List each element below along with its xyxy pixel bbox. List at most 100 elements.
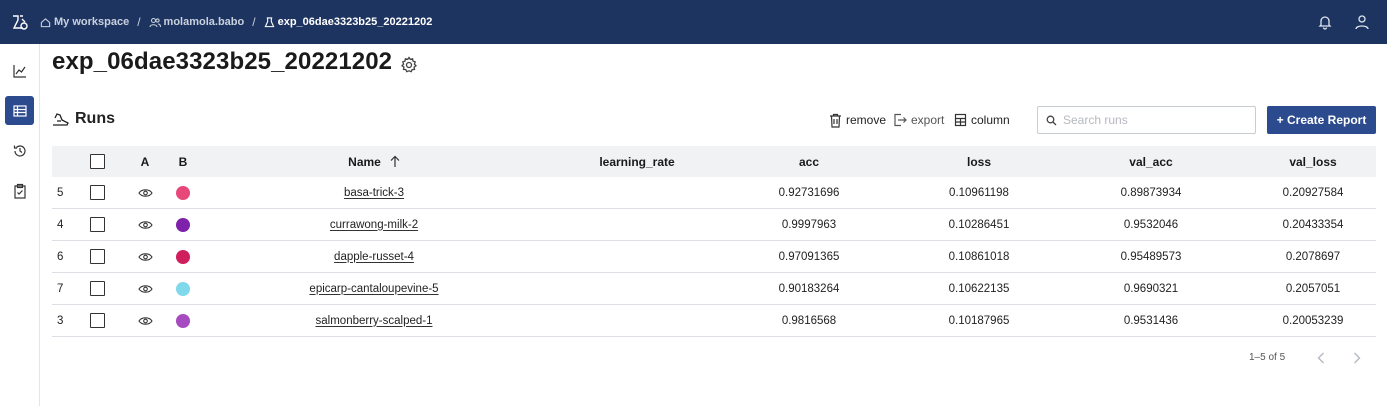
row-checkbox[interactable] <box>90 273 105 304</box>
run-name-link[interactable]: basa-trick-3 <box>344 187 404 199</box>
run-name-cell: basa-trick-3 <box>274 177 474 208</box>
bell-icon[interactable] <box>1313 10 1337 34</box>
page-title: exp_06dae3323b25_20221202 <box>52 48 393 75</box>
top-bar: My workspace / molamola.babo / exp_06dae… <box>0 0 1387 44</box>
runs-heading: Runs <box>75 110 115 127</box>
table-row[interactable]: 7 epicarp-cantaloupevine-5 0.90183264 0.106… <box>52 273 1376 305</box>
eye-icon[interactable] <box>132 241 158 272</box>
chevron-right-icon[interactable] <box>1350 350 1364 366</box>
breadcrumb-workspace[interactable]: My workspace <box>40 16 129 28</box>
breadcrumb-workspace-label: My workspace <box>54 16 130 28</box>
run-color-swatch[interactable] <box>170 177 196 208</box>
column-header-val-acc[interactable]: val_acc <box>1076 146 1226 177</box>
run-name-cell: epicarp-cantaloupevine-5 <box>274 273 474 304</box>
chevron-left-icon[interactable] <box>1314 350 1328 366</box>
run-name-link[interactable]: dapple-russet-4 <box>334 251 414 263</box>
column-header-b[interactable]: B <box>170 146 196 177</box>
breadcrumb-separator: / <box>252 15 256 29</box>
val-loss-cell: 0.20433354 <box>1282 218 1344 231</box>
acc-cell: 0.9997963 <box>781 218 837 231</box>
row-checkbox[interactable] <box>90 177 105 208</box>
clipboard-icon[interactable] <box>5 176 34 205</box>
sidebar <box>0 44 40 406</box>
pagination-label: 1–5 of 5 <box>1249 352 1286 363</box>
val-acc-cell: 0.95489573 <box>1120 250 1182 263</box>
column-header-loss[interactable]: loss <box>904 146 1054 177</box>
export-button[interactable]: export <box>893 110 944 130</box>
row-checkbox[interactable] <box>90 241 105 272</box>
gear-icon[interactable] <box>400 56 418 79</box>
acc-cell: 0.9816568 <box>781 314 837 327</box>
val-loss-cell: 0.20927584 <box>1282 186 1344 199</box>
val-acc-cell: 0.9690321 <box>1123 282 1179 295</box>
table-row[interactable]: 3 salmonberry-scalped-1 0.9816568 0.1018796… <box>52 305 1376 337</box>
loss-cell: 0.10622135 <box>948 282 1010 295</box>
breadcrumb-user[interactable]: molamola.babo <box>148 16 245 28</box>
create-report-button[interactable]: + Create Report <box>1267 106 1376 134</box>
run-name-link[interactable]: salmonberry-scalped-1 <box>316 315 433 327</box>
column-header-acc[interactable]: acc <box>734 146 884 177</box>
search-box[interactable] <box>1037 106 1256 134</box>
run-color-swatch[interactable] <box>170 305 196 336</box>
history-icon[interactable] <box>5 136 34 165</box>
export-icon <box>894 113 907 127</box>
column-icon <box>954 113 967 127</box>
table-row[interactable]: 4 currawong-milk-2 0.9997963 0.10286451 0.95… <box>52 209 1376 241</box>
row-checkbox[interactable] <box>90 305 105 336</box>
eye-icon[interactable] <box>132 305 158 336</box>
val-loss-cell: 0.2078697 <box>1285 250 1341 263</box>
learning-rate-cell <box>562 209 712 240</box>
row-index: 5 <box>57 186 64 199</box>
remove-label: remove <box>846 113 887 127</box>
row-checkbox[interactable] <box>90 209 105 240</box>
learning-rate-cell <box>562 241 712 272</box>
loss-cell: 0.10286451 <box>948 218 1010 231</box>
table-icon[interactable] <box>5 96 34 125</box>
user-icon[interactable] <box>1350 10 1374 34</box>
export-label: export <box>911 113 945 127</box>
val-acc-cell: 0.9531436 <box>1123 314 1179 327</box>
chart-icon[interactable] <box>5 56 34 85</box>
runs-table: A B Name learning_rate acc loss val_acc … <box>52 146 1376 337</box>
table-header: A B Name learning_rate acc loss val_acc … <box>52 146 1376 177</box>
run-color-swatch[interactable] <box>170 273 196 304</box>
column-label: column <box>971 113 1010 127</box>
row-index: 4 <box>57 218 64 231</box>
users-icon <box>148 17 161 27</box>
select-all-checkbox[interactable] <box>90 146 105 177</box>
home-icon <box>40 17 51 27</box>
remove-button[interactable]: remove <box>829 110 886 130</box>
eye-icon[interactable] <box>132 209 158 240</box>
run-name-link[interactable]: currawong-milk-2 <box>330 219 418 231</box>
acc-cell: 0.92731696 <box>778 186 840 199</box>
breadcrumb-user-label: molamola.babo <box>163 16 245 28</box>
trash-icon <box>830 113 841 128</box>
loss-cell: 0.10187965 <box>948 314 1010 327</box>
column-header-name-label: Name <box>348 154 381 169</box>
column-button[interactable]: column <box>954 110 1010 130</box>
row-index: 3 <box>57 314 64 327</box>
val-acc-cell: 0.89873934 <box>1120 186 1182 199</box>
loss-cell: 0.10961198 <box>949 186 1009 199</box>
eye-icon[interactable] <box>132 177 158 208</box>
search-input[interactable] <box>1063 113 1243 127</box>
run-name-link[interactable]: epicarp-cantaloupevine-5 <box>309 283 438 295</box>
column-header-learning-rate[interactable]: learning_rate <box>562 146 712 177</box>
eye-icon[interactable] <box>132 273 158 304</box>
learning-rate-cell <box>562 177 712 208</box>
run-color-swatch[interactable] <box>170 209 196 240</box>
flask-logo-icon[interactable] <box>0 0 40 44</box>
learning-rate-cell <box>562 305 712 336</box>
sort-ascending-icon <box>390 155 400 167</box>
breadcrumb-experiment[interactable]: exp_06dae3323b25_20221202 <box>264 16 432 28</box>
run-name-cell: salmonberry-scalped-1 <box>274 305 474 336</box>
column-header-name[interactable]: Name <box>274 146 474 177</box>
column-header-val-loss[interactable]: val_loss <box>1238 146 1387 177</box>
row-index: 6 <box>57 250 64 263</box>
table-row[interactable]: 5 basa-trick-3 0.92731696 0.10961198 0.89873… <box>52 177 1376 209</box>
breadcrumb-separator: / <box>137 15 141 29</box>
table-row[interactable]: 6 dapple-russet-4 0.97091365 0.10861018 0.95… <box>52 241 1376 273</box>
column-header-a[interactable]: A <box>132 146 158 177</box>
run-color-swatch[interactable] <box>170 241 196 272</box>
runs-header: Runs <box>52 110 115 128</box>
